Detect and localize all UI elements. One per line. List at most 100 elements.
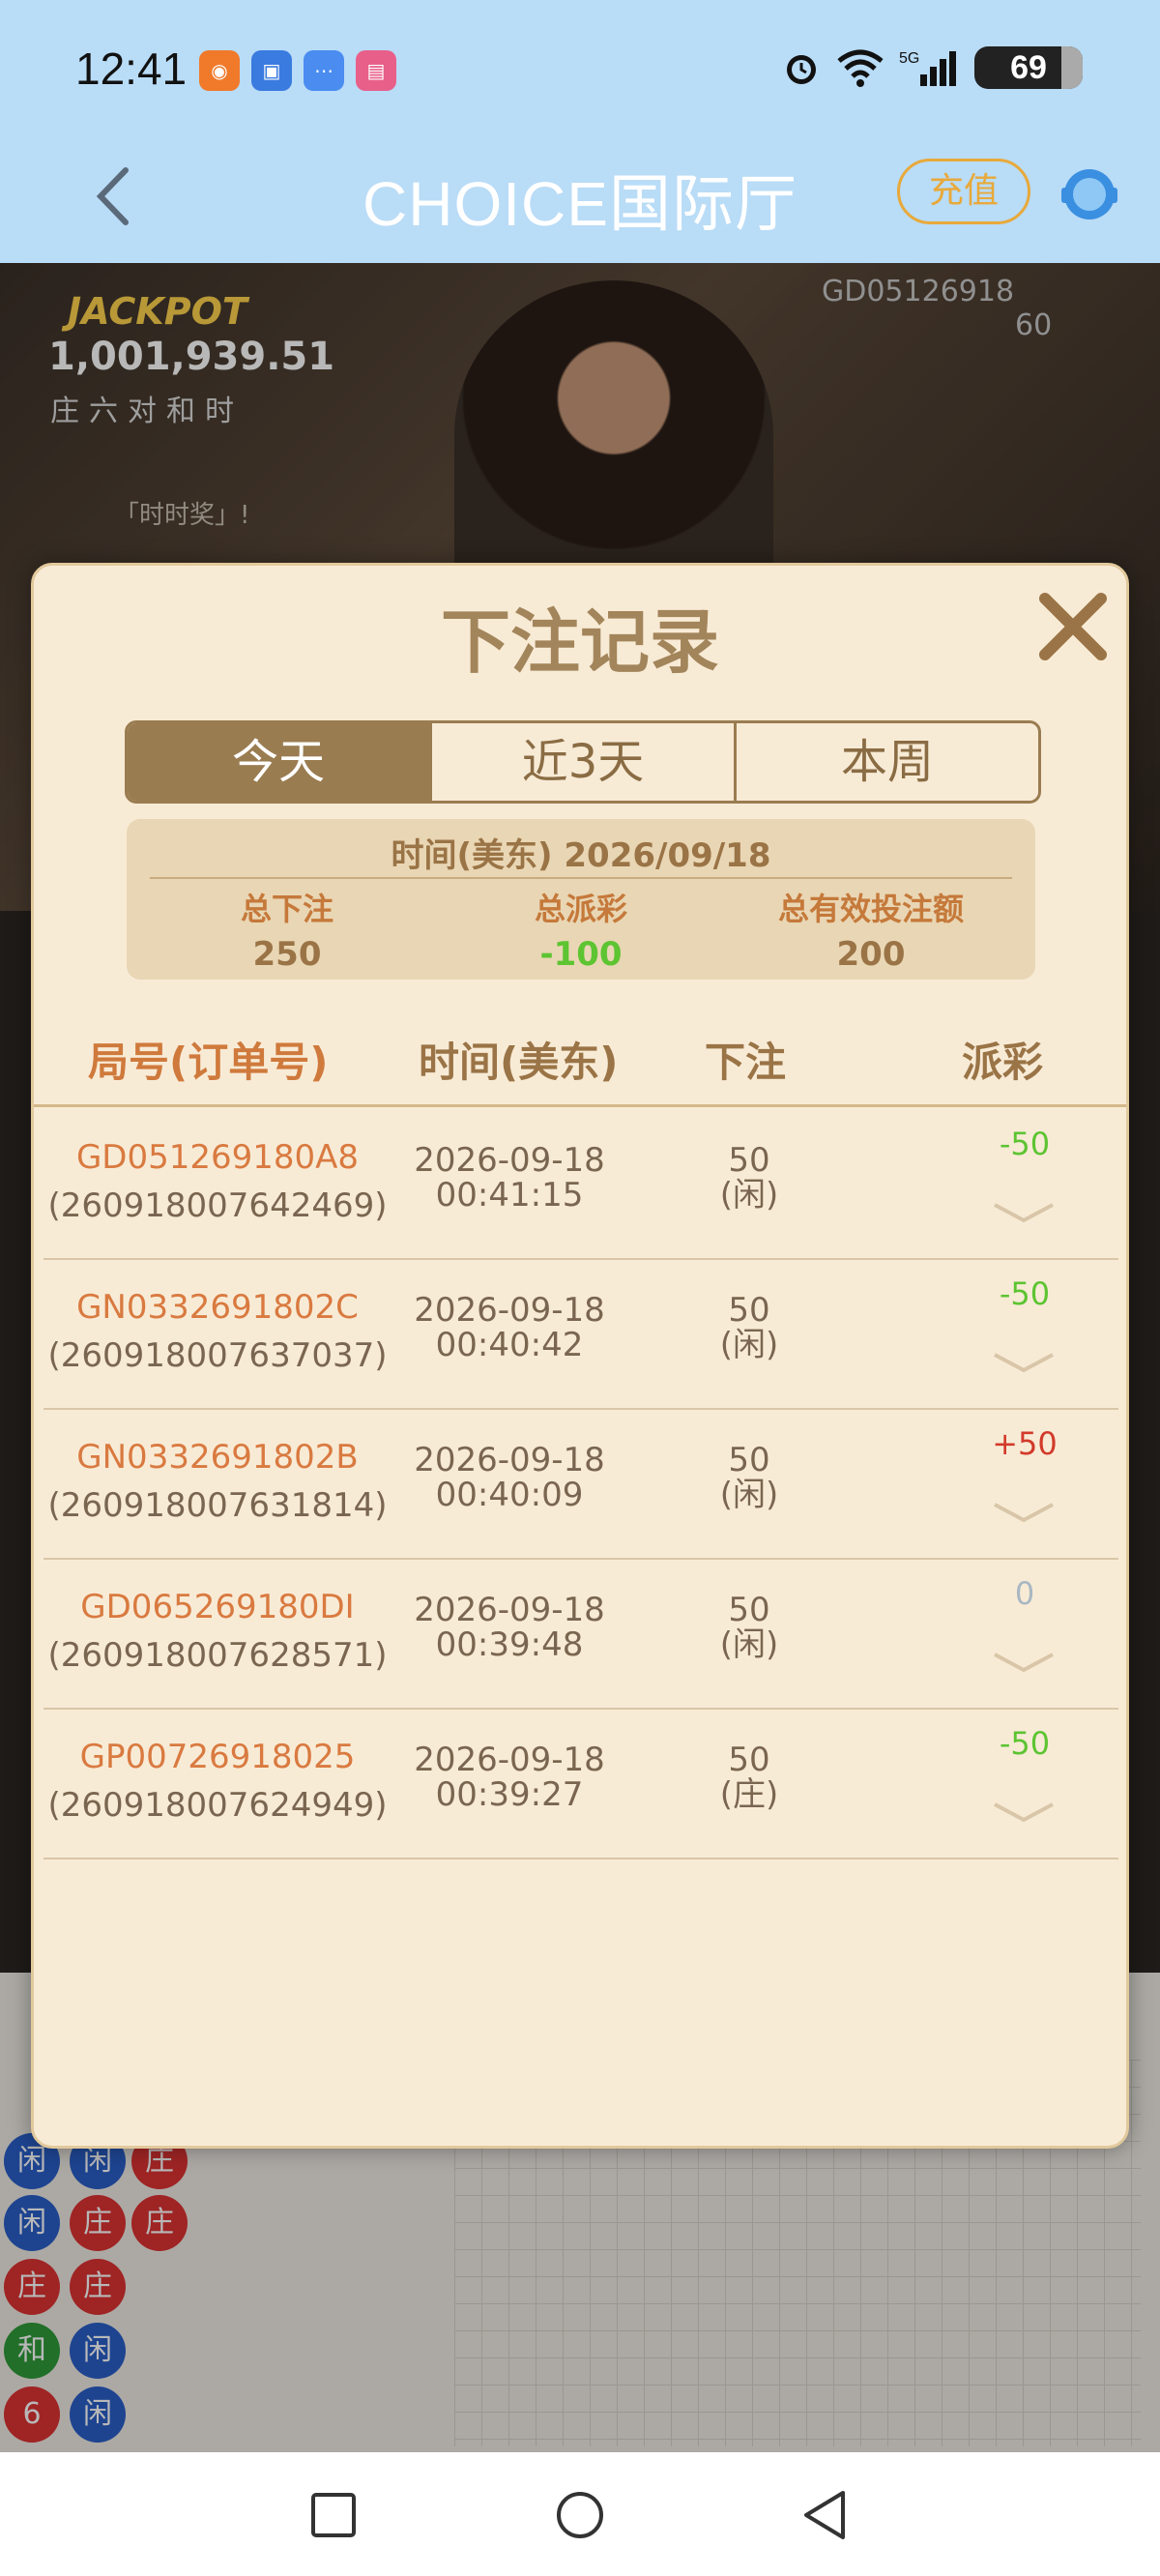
bet-cell: 50 (庄) bbox=[701, 1742, 798, 1812]
tab-this-week[interactable]: 本周 bbox=[737, 723, 1038, 801]
column-payout: 派彩 bbox=[962, 1039, 1044, 1086]
summary-total-valid: 总有效投注额 200 bbox=[736, 885, 1006, 974]
tab-today[interactable]: 今天 bbox=[128, 723, 432, 801]
bet-date: 2026-09-18 bbox=[414, 1591, 605, 1629]
order-id: (260918007642469) bbox=[47, 1186, 388, 1225]
round-cell: GN0332691802C (260918007637037) bbox=[44, 1283, 392, 1380]
payout-value: -50 bbox=[999, 1275, 1051, 1312]
bet-cell: 50 (闲) bbox=[701, 1143, 798, 1213]
bet-date: 2026-09-18 bbox=[414, 1141, 605, 1180]
bet-amount: 50 bbox=[728, 1741, 770, 1779]
bet-time: 00:41:15 bbox=[435, 1176, 584, 1215]
column-bet: 下注 bbox=[705, 1039, 787, 1086]
svg-text:5G: 5G bbox=[899, 50, 919, 67]
top-bar: 12:41 ◉ ▣ ⋯ ▤ 5G 69 CHOICE国际厅 充值 bbox=[0, 0, 1160, 263]
recent-apps-icon[interactable] bbox=[300, 2481, 367, 2549]
round-cell: GD065269180DI (260918007628571) bbox=[44, 1583, 392, 1680]
summary-panel: 时间(美东) 2026/09/18 总下注 250 总派彩 -100 总有效投注… bbox=[127, 819, 1035, 980]
alarm-icon bbox=[787, 55, 816, 84]
signal-5g-icon: 5G bbox=[899, 50, 956, 86]
bet-time: 00:40:09 bbox=[435, 1476, 584, 1514]
bet-cell: 50 (闲) bbox=[701, 1443, 798, 1512]
message-app-icon: ⋯ bbox=[304, 50, 344, 91]
total-bet-value: 250 bbox=[252, 935, 322, 974]
table-row[interactable]: GN0332691802B (260918007631814) 2026-09-… bbox=[44, 1410, 1118, 1560]
time-cell: 2026-09-18 00:39:27 bbox=[403, 1742, 616, 1812]
status-icons: 5G 69 bbox=[781, 46, 1083, 89]
summary-total-payout: 总派彩 -100 bbox=[446, 885, 716, 974]
round-id: GP00726918025 bbox=[79, 1738, 356, 1776]
chevron-down-icon[interactable] bbox=[989, 1499, 1058, 1528]
tab-last-3-days[interactable]: 近3天 bbox=[432, 723, 737, 801]
round-id: GN0332691802C bbox=[76, 1288, 359, 1327]
chevron-down-icon[interactable] bbox=[989, 1649, 1058, 1678]
status-time: 12:41 bbox=[75, 44, 188, 94]
app-notification-icon: ◉ bbox=[199, 50, 240, 91]
order-id: (260918007624949) bbox=[47, 1786, 388, 1825]
payout-value: -50 bbox=[999, 1725, 1051, 1762]
chevron-down-icon[interactable] bbox=[989, 1799, 1058, 1828]
time-cell: 2026-09-18 00:40:42 bbox=[403, 1293, 616, 1362]
bilibili-app-icon: ▤ bbox=[356, 50, 396, 91]
column-round: 局号(订单号) bbox=[88, 1039, 329, 1086]
round-id: GD065269180DI bbox=[80, 1588, 355, 1626]
summary-total-bet: 总下注 250 bbox=[152, 885, 422, 974]
round-cell: GP00726918025 (260918007624949) bbox=[44, 1733, 392, 1830]
bet-time: 00:39:48 bbox=[435, 1625, 584, 1664]
summary-divider bbox=[150, 877, 1012, 879]
table-row[interactable]: GD065269180DI (260918007628571) 2026-09-… bbox=[44, 1560, 1118, 1710]
order-id: (260918007637037) bbox=[47, 1336, 388, 1375]
time-cell: 2026-09-18 00:40:09 bbox=[403, 1443, 616, 1512]
home-icon[interactable] bbox=[546, 2481, 614, 2549]
payout-value: -50 bbox=[999, 1126, 1051, 1162]
payout-value: 0 bbox=[1014, 1575, 1035, 1612]
total-valid-value: 200 bbox=[836, 935, 906, 974]
column-time: 时间(美东) bbox=[419, 1039, 619, 1086]
round-id: GN0332691802B bbox=[76, 1438, 359, 1477]
bet-date: 2026-09-18 bbox=[414, 1291, 605, 1330]
round-cell: GD051269180A8 (260918007642469) bbox=[44, 1133, 392, 1230]
order-id: (260918007628571) bbox=[47, 1636, 388, 1675]
bet-amount: 50 bbox=[728, 1441, 770, 1479]
close-icon[interactable] bbox=[1033, 587, 1113, 666]
app-notification-icon: ▣ bbox=[251, 50, 292, 91]
bet-time: 00:39:27 bbox=[435, 1775, 584, 1814]
round-cell: GN0332691802B (260918007631814) bbox=[44, 1433, 392, 1530]
chevron-down-icon[interactable] bbox=[989, 1199, 1058, 1228]
bet-record-modal: 下注记录 今天 近3天 本周 时间(美东) 2026/09/18 总下注 250… bbox=[31, 563, 1129, 2149]
wifi-icon bbox=[837, 49, 884, 87]
total-payout-label: 总派彩 bbox=[534, 891, 627, 927]
chat-icon[interactable] bbox=[1059, 164, 1119, 224]
summary-date: 时间(美东) 2026/09/18 bbox=[391, 836, 771, 875]
recharge-button[interactable]: 充值 bbox=[897, 159, 1030, 224]
total-bet-label: 总下注 bbox=[240, 891, 334, 927]
chevron-down-icon[interactable] bbox=[989, 1349, 1058, 1378]
bet-time: 00:40:42 bbox=[435, 1326, 584, 1364]
back-triangle-icon[interactable] bbox=[793, 2481, 860, 2549]
bet-date: 2026-09-18 bbox=[414, 1741, 605, 1779]
order-id: (260918007631814) bbox=[47, 1486, 388, 1525]
round-id: GD051269180A8 bbox=[75, 1138, 360, 1177]
bet-side: (闲) bbox=[719, 1176, 779, 1215]
battery-icon: 69 bbox=[974, 46, 1083, 89]
bet-side: (庄) bbox=[719, 1775, 779, 1814]
modal-title: 下注记录 bbox=[440, 601, 719, 683]
table-row[interactable]: GP00726918025 (260918007624949) 2026-09-… bbox=[44, 1710, 1118, 1859]
table-header: 局号(订单号) 时间(美东) 下注 派彩 bbox=[34, 1030, 1126, 1107]
total-valid-label: 总有效投注额 bbox=[777, 891, 964, 927]
bet-amount: 50 bbox=[728, 1141, 770, 1180]
time-cell: 2026-09-18 00:39:48 bbox=[403, 1593, 616, 1662]
bet-amount: 50 bbox=[728, 1591, 770, 1629]
bet-cell: 50 (闲) bbox=[701, 1293, 798, 1362]
payout-value: +50 bbox=[992, 1425, 1058, 1462]
total-payout-value: -100 bbox=[539, 935, 623, 974]
table-row[interactable]: GD051269180A8 (260918007642469) 2026-09-… bbox=[44, 1110, 1118, 1260]
bet-side: (闲) bbox=[719, 1625, 779, 1664]
bet-side: (闲) bbox=[719, 1326, 779, 1364]
status-bar: 12:41 ◉ ▣ ⋯ ▤ 5G 69 bbox=[0, 0, 1160, 135]
bet-amount: 50 bbox=[728, 1291, 770, 1330]
bet-date: 2026-09-18 bbox=[414, 1441, 605, 1479]
bet-side: (闲) bbox=[719, 1476, 779, 1514]
table-row[interactable]: GN0332691802C (260918007637037) 2026-09-… bbox=[44, 1260, 1118, 1410]
time-cell: 2026-09-18 00:41:15 bbox=[403, 1143, 616, 1213]
